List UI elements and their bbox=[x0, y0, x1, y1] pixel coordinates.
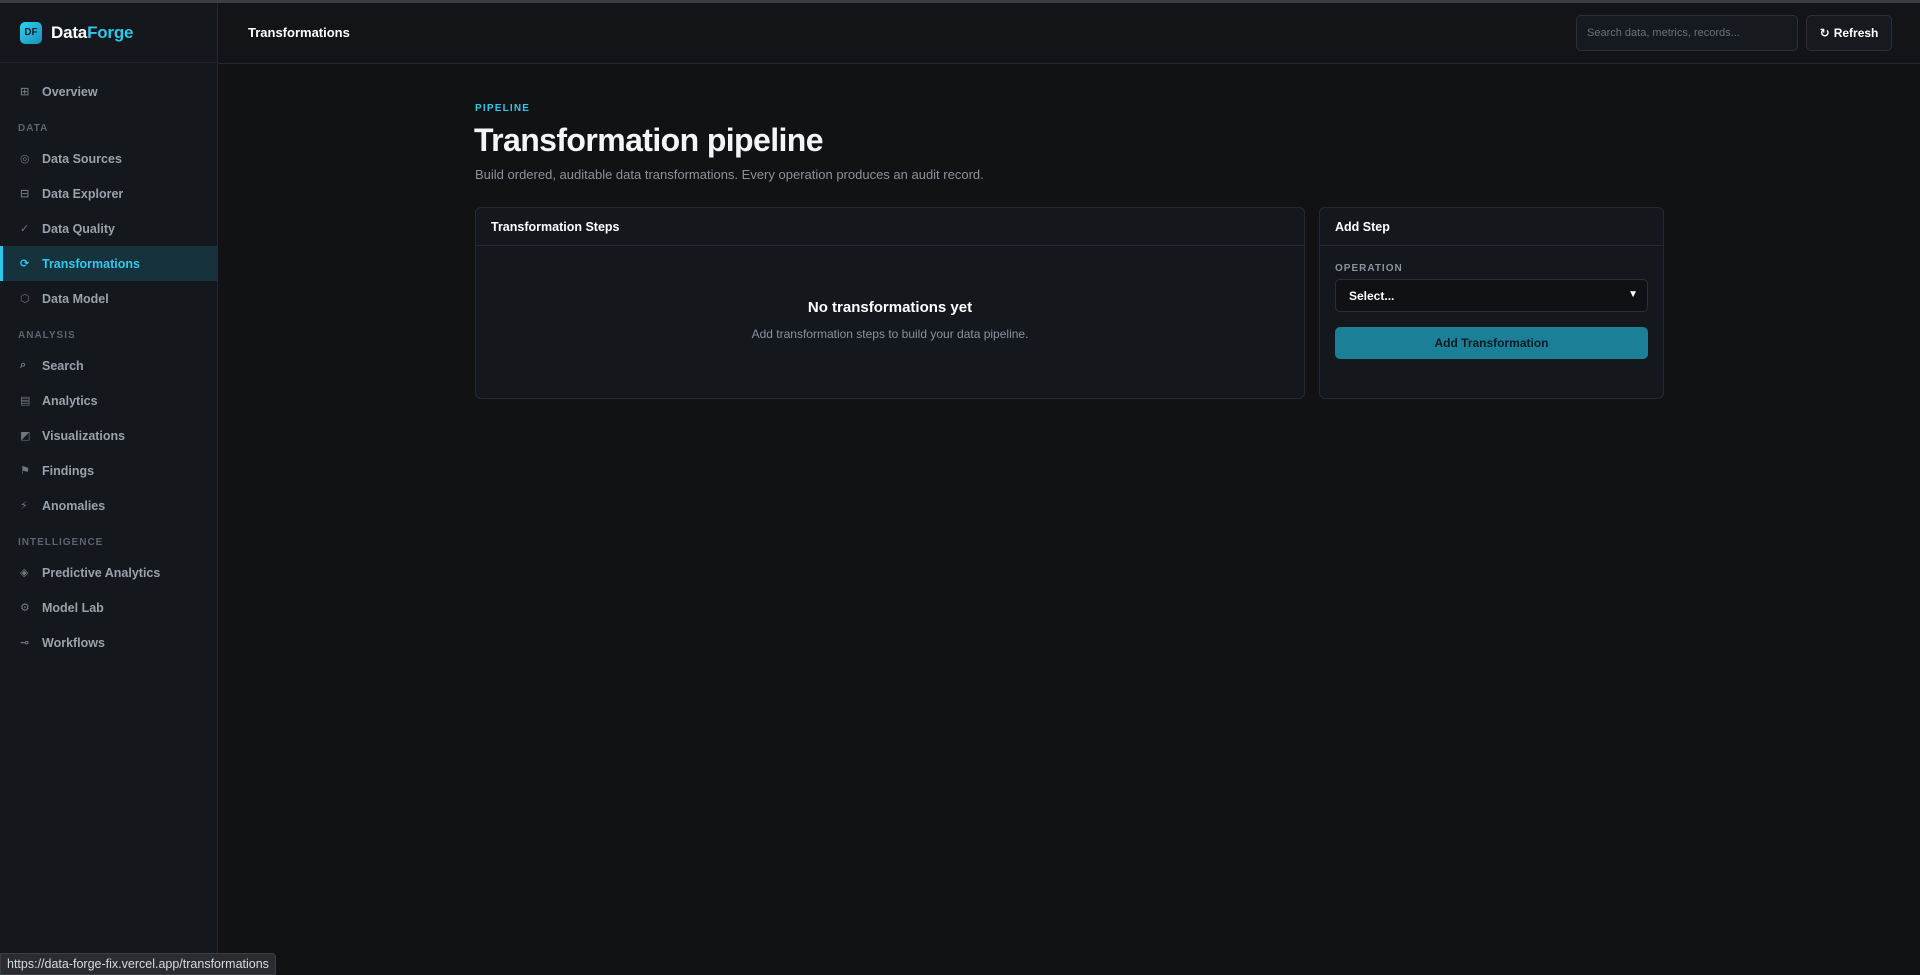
diamond-icon: ◈ bbox=[20, 567, 29, 579]
sidebar-item-workflows[interactable]: ⊸ Workflows bbox=[0, 625, 217, 660]
sidebar-item-label: Data Quality bbox=[42, 221, 115, 236]
sidebar-item-label: Analytics bbox=[42, 393, 98, 408]
sidebar-item-data-model[interactable]: ⬡ Data Model bbox=[0, 281, 217, 316]
brand[interactable]: DF DataForge bbox=[0, 3, 217, 63]
sidebar-item-data-explorer[interactable]: ⊟ Data Explorer bbox=[0, 176, 217, 211]
sidebar-item-data-quality[interactable]: ✓ Data Quality bbox=[0, 211, 217, 246]
page-title: Transformation pipeline bbox=[474, 122, 824, 158]
sidebar-item-predictive-analytics[interactable]: ◈ Predictive Analytics bbox=[0, 555, 217, 590]
sidebar-item-label: Data Explorer bbox=[42, 186, 124, 201]
sidebar-item-label: Visualizations bbox=[42, 428, 126, 443]
table-icon: ⊟ bbox=[20, 188, 30, 200]
sidebar-item-label: Findings bbox=[42, 463, 95, 478]
sidebar-item-model-lab[interactable]: ⚙ Model Lab bbox=[0, 590, 217, 625]
grid-icon: ⊞ bbox=[20, 86, 30, 98]
brand-logo-icon: DF bbox=[20, 21, 42, 44]
check-icon: ✓ bbox=[20, 223, 30, 235]
arrow-icon: ⊸ bbox=[20, 637, 30, 649]
flag-icon: ⚑ bbox=[20, 465, 30, 477]
sidebar-item-data-sources[interactable]: ◎ Data Sources bbox=[0, 141, 217, 176]
sidebar-item-search[interactable]: ⌕ Search bbox=[0, 348, 217, 383]
add-transformation-button[interactable]: Add Transformation bbox=[1335, 327, 1648, 359]
hexagon-icon: ⬡ bbox=[20, 293, 30, 305]
steps-card-title: Transformation Steps bbox=[476, 208, 1304, 246]
brand-name: DataForge bbox=[51, 22, 134, 42]
sidebar-nav: ⊞ Overview DATA ◎ Data Sources ⊟ Data Explorer… bbox=[0, 63, 217, 660]
lightning-icon: ⚡ bbox=[20, 500, 28, 512]
sidebar-item-label: Data Sources bbox=[42, 151, 122, 166]
status-bar-url: https://data-forge-fix.vercel.app/transf… bbox=[0, 953, 276, 975]
page-subtitle: Build ordered, auditable data transforma… bbox=[475, 167, 984, 182]
header-title: Transformations bbox=[248, 25, 350, 40]
sidebar-item-analytics[interactable]: ▤ Analytics bbox=[0, 383, 217, 418]
sidebar-section-intelligence: INTELLIGENCE bbox=[18, 537, 104, 548]
gear-icon: ⚙ bbox=[20, 602, 30, 614]
operation-select-value: Select... bbox=[1349, 288, 1395, 303]
transformation-steps-card: Transformation Steps No transformations … bbox=[475, 207, 1305, 399]
empty-state-subtitle: Add transformation steps to build your d… bbox=[751, 327, 1029, 341]
empty-state-title: No transformations yet bbox=[807, 299, 973, 316]
refresh-cycle-icon: ⟳ bbox=[20, 258, 30, 270]
target-icon: ◎ bbox=[20, 153, 30, 165]
sidebar-section-data: DATA bbox=[18, 123, 49, 134]
top-header: Transformations ↻ Refresh bbox=[218, 3, 1920, 64]
sidebar-section-analysis: ANALYSIS bbox=[18, 330, 76, 341]
operation-select[interactable]: Select... ▼ bbox=[1335, 279, 1648, 312]
chevron-down-icon: ▼ bbox=[1628, 289, 1638, 300]
search-icon: ⌕ bbox=[20, 359, 27, 371]
add-step-card-title: Add Step bbox=[1320, 208, 1663, 246]
sidebar-item-label: Overview bbox=[42, 84, 98, 99]
refresh-button[interactable]: ↻ Refresh bbox=[1806, 15, 1892, 51]
operation-label: OPERATION bbox=[1335, 263, 1403, 274]
sidebar-item-label: Anomalies bbox=[42, 498, 106, 513]
sidebar-item-anomalies[interactable]: ⚡ Anomalies bbox=[0, 488, 217, 523]
sidebar-item-label: Data Model bbox=[42, 291, 109, 306]
page-eyebrow: PIPELINE bbox=[475, 103, 531, 114]
sidebar-item-findings[interactable]: ⚑ Findings bbox=[0, 453, 217, 488]
sidebar-item-overview[interactable]: ⊞ Overview bbox=[0, 74, 217, 109]
sidebar-item-label: Workflows bbox=[42, 635, 105, 650]
sidebar-item-transformations[interactable]: ⟳ Transformations bbox=[0, 246, 217, 281]
sidebar-item-label: Model Lab bbox=[42, 600, 104, 615]
sidebar-item-visualizations[interactable]: ◩ Visualizations bbox=[0, 418, 217, 453]
refresh-icon: ↻ bbox=[1819, 26, 1830, 40]
add-step-card: Add Step OPERATION Select... ▼ Add Trans… bbox=[1319, 207, 1664, 399]
refresh-label: Refresh bbox=[1833, 26, 1879, 40]
sidebar: DF DataForge ⊞ Overview DATA ◎ Data Sources ⊟… bbox=[0, 3, 218, 975]
sidebar-item-label: Search bbox=[42, 358, 84, 373]
chart-icon: ◩ bbox=[20, 430, 31, 442]
sidebar-item-label: Transformations bbox=[42, 256, 140, 271]
sidebar-item-label: Predictive Analytics bbox=[42, 565, 161, 580]
bars-icon: ▤ bbox=[20, 395, 31, 407]
search-input[interactable] bbox=[1576, 15, 1798, 51]
